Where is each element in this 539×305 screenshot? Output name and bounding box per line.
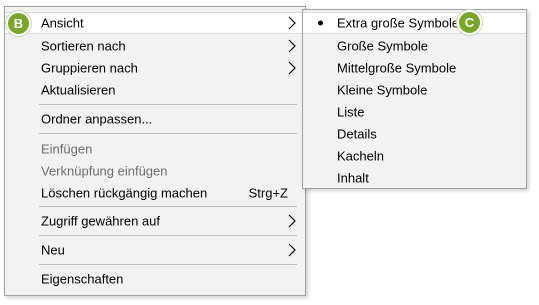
menu-item-einfuegen: Einfügen bbox=[5, 138, 305, 160]
menu-item-verknuepfung-einfuegen: Verknüpfung einfügen bbox=[5, 160, 305, 182]
menu-item-label: Neu bbox=[41, 242, 65, 258]
menu-separator bbox=[39, 264, 297, 265]
submenu-item-grosse-symbole[interactable]: Große Symbole bbox=[303, 35, 526, 57]
menu-item-label: Einfügen bbox=[41, 141, 93, 157]
submenu-item-label: Kleine Symbole bbox=[337, 82, 428, 98]
submenu-item-label: Mittelgroße Symbole bbox=[337, 60, 457, 76]
submenu-item-label: Kacheln bbox=[337, 148, 384, 164]
menu-item-label: Verknüpfung einfügen bbox=[41, 163, 168, 179]
chevron-right-icon bbox=[288, 16, 296, 30]
submenu-item-label: Liste bbox=[337, 104, 365, 120]
radio-dot-icon bbox=[318, 20, 323, 26]
menu-item-ordner-anpassen[interactable]: Ordner anpassen... bbox=[5, 108, 305, 130]
menu-item-label: Gruppieren nach bbox=[41, 60, 138, 76]
menu-item-label: Sortieren nach bbox=[41, 38, 126, 54]
submenu-item-liste[interactable]: Liste bbox=[303, 101, 526, 123]
menu-item-aktualisieren[interactable]: Aktualisieren bbox=[5, 79, 305, 101]
menu-item-sortieren-nach[interactable]: Sortieren nach bbox=[5, 35, 305, 57]
menu-item-neu[interactable]: Neu bbox=[5, 239, 305, 261]
menu-item-eigenschaften[interactable]: Eigenschaften bbox=[5, 268, 305, 290]
submenu-item-mittelgrosse-symbole[interactable]: Mittelgroße Symbole bbox=[303, 57, 526, 79]
menu-separator bbox=[39, 104, 297, 105]
chevron-right-icon bbox=[288, 243, 296, 257]
chevron-right-icon bbox=[288, 61, 296, 75]
menu-separator bbox=[39, 235, 297, 236]
menu-item-loeschen-rueckgaengig[interactable]: Löschen rückgängig machen Strg+Z bbox=[5, 182, 305, 204]
menu-item-label: Ansicht bbox=[41, 15, 84, 31]
chevron-right-icon bbox=[288, 39, 296, 53]
submenu-item-kacheln[interactable]: Kacheln bbox=[303, 145, 526, 167]
submenu-item-label: Inhalt bbox=[337, 170, 369, 186]
menu-item-label: Ordner anpassen... bbox=[41, 111, 153, 127]
menu-item-gruppieren-nach[interactable]: Gruppieren nach bbox=[5, 57, 305, 79]
submenu-item-extra-grosse-symbole[interactable]: Extra große Symbole bbox=[303, 12, 526, 34]
menu-item-label: Aktualisieren bbox=[41, 82, 116, 98]
menu-item-zugriff-gewaehren[interactable]: Zugriff gewähren auf bbox=[5, 210, 305, 232]
callout-badge-c: C bbox=[457, 10, 482, 35]
menu-item-label: Löschen rückgängig machen bbox=[41, 185, 208, 201]
chevron-right-icon bbox=[288, 214, 296, 228]
menu-separator bbox=[39, 133, 297, 134]
shortcut-label: Strg+Z bbox=[248, 185, 288, 201]
menu-item-label: Zugriff gewähren auf bbox=[41, 213, 160, 229]
context-menu: Ansicht Sortieren nach Gruppieren nach A… bbox=[4, 6, 306, 296]
submenu-item-label: Große Symbole bbox=[337, 38, 429, 54]
callout-badge-b: B bbox=[6, 11, 31, 36]
submenu-item-label: Details bbox=[337, 126, 377, 142]
view-submenu: Extra große Symbole Große Symbole Mittel… bbox=[302, 9, 527, 189]
submenu-item-kleine-symbole[interactable]: Kleine Symbole bbox=[303, 79, 526, 101]
submenu-item-label: Extra große Symbole bbox=[337, 15, 460, 31]
submenu-item-details[interactable]: Details bbox=[303, 123, 526, 145]
submenu-item-inhalt[interactable]: Inhalt bbox=[303, 167, 526, 189]
menu-item-label: Eigenschaften bbox=[41, 271, 124, 287]
menu-separator bbox=[39, 206, 297, 207]
menu-item-ansicht[interactable]: Ansicht bbox=[5, 12, 305, 34]
